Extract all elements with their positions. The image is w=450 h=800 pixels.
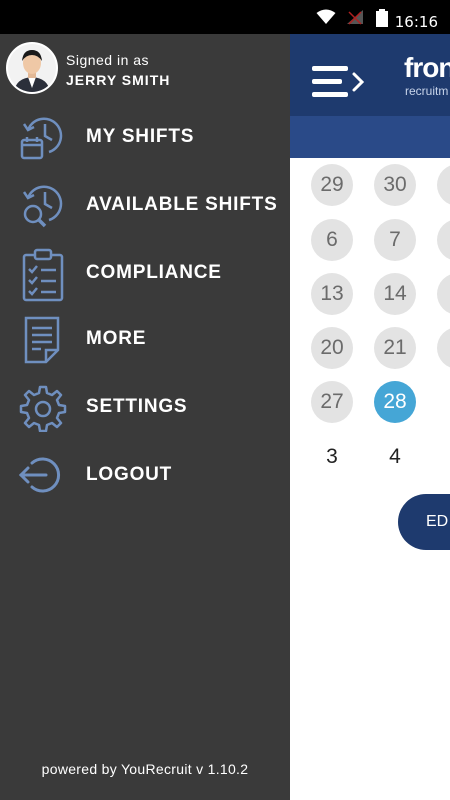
menu-open-icon[interactable] [312, 64, 366, 105]
battery-icon [376, 9, 388, 32]
calendar-day[interactable]: 7 [374, 219, 416, 261]
calendar-day[interactable] [437, 219, 450, 261]
nav-label: LOGOUT [86, 464, 173, 485]
gear-icon [18, 382, 68, 433]
avatar [6, 42, 58, 94]
app-subbar [290, 116, 450, 158]
user-name: JERRY SMITH [66, 72, 171, 88]
calendar-day[interactable]: 3 [311, 436, 353, 478]
nav-label: MORE [86, 328, 147, 349]
app-header: fron recruitm [290, 34, 450, 116]
calendar-day[interactable]: 27 [311, 381, 353, 423]
logout-icon [18, 450, 68, 500]
calendar-day[interactable]: 20 [311, 327, 353, 369]
clock-search-icon [18, 180, 68, 230]
powered-by-footer: powered by YouRecruit v 1.10.2 [41, 761, 249, 777]
calendar-day[interactable] [437, 164, 450, 206]
calendar-day[interactable]: 21 [374, 327, 416, 369]
no-signal-icon [346, 9, 364, 30]
calendar-day-selected[interactable]: 28 [374, 381, 416, 423]
calendar-day[interactable]: 4 [374, 436, 416, 478]
wifi-icon [316, 9, 336, 30]
calendar-day[interactable] [437, 327, 450, 369]
clipboard-checklist-icon [18, 248, 68, 302]
nav-item-compliance[interactable]: COMPLIANCE [0, 242, 290, 306]
edit-button[interactable]: ED [398, 494, 450, 550]
nav-item-logout[interactable]: LOGOUT [0, 444, 290, 508]
calendar-day[interactable]: 13 [311, 273, 353, 315]
calendar-day[interactable]: 29 [311, 164, 353, 206]
nav-label: AVAILABLE SHIFTS [86, 194, 278, 215]
brand-subtitle: recruitm [405, 84, 449, 98]
brand-name: fron [404, 52, 450, 83]
status-time: 16:16 [394, 13, 438, 31]
status-bar: 16:16 [0, 0, 450, 34]
nav-label: MY SHIFTS [86, 126, 195, 147]
nav-label: COMPLIANCE [86, 262, 222, 283]
nav-item-my-shifts[interactable]: MY SHIFTS [0, 106, 290, 170]
document-icon [18, 314, 68, 364]
signed-in-label: Signed in as [66, 52, 150, 68]
nav-label: SETTINGS [86, 396, 188, 417]
nav-item-settings[interactable]: SETTINGS [0, 376, 290, 440]
clock-calendar-icon [18, 112, 68, 162]
calendar-day[interactable]: 30 [374, 164, 416, 206]
app-background: fron recruitm 29 30 6 7 13 14 20 21 27 2… [290, 34, 450, 800]
navigation-drawer: Signed in as JERRY SMITH MY SHIFTS AVAIL… [0, 34, 290, 800]
calendar-day[interactable]: 14 [374, 273, 416, 315]
nav-item-available-shifts[interactable]: AVAILABLE SHIFTS [0, 174, 290, 238]
calendar-day[interactable] [437, 273, 450, 315]
calendar-day[interactable]: 6 [311, 219, 353, 261]
nav-item-more[interactable]: MORE [0, 308, 290, 372]
